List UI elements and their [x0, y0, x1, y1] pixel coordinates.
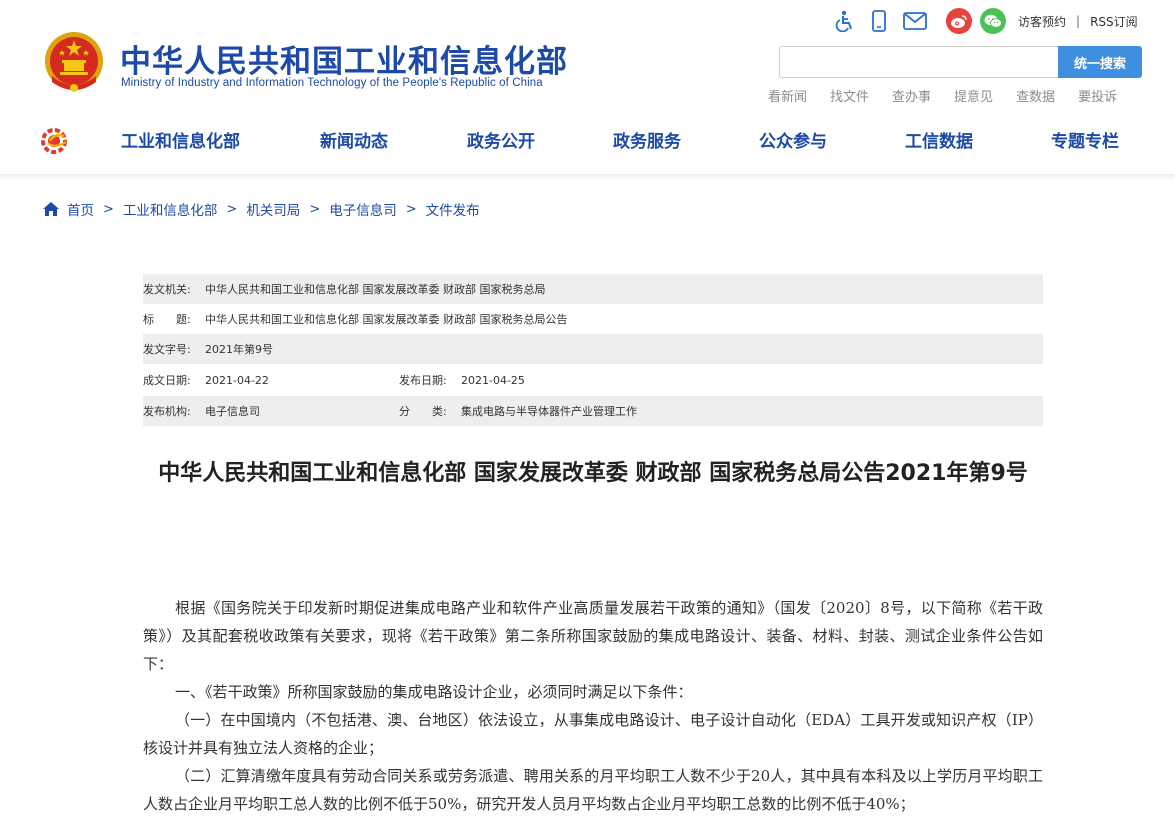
nav-item-topics[interactable]: 专题专栏 — [1051, 124, 1119, 160]
breadcrumb-file-release[interactable]: 文件发布 — [426, 199, 480, 219]
mobile-icon[interactable] — [866, 8, 892, 34]
category-label: 分 类: — [399, 405, 447, 418]
info-row-doc-no: 发文字号: 2021年第9号 — [143, 334, 1043, 364]
info-row-title: 标 题: 中华人民共和国工业和信息化部 国家发展改革委 财政部 国家税务总局公告 — [143, 304, 1043, 334]
quick-link-services[interactable]: 查办事 — [892, 86, 931, 105]
nav-item-participation[interactable]: 公众参与 — [759, 124, 827, 160]
top-separator: | — [1076, 14, 1081, 28]
quick-link-data[interactable]: 查数据 — [1016, 86, 1055, 105]
article-paragraph: （二）汇算清缴年度具有劳动合同关系或劳务派遣、聘用关系的月平均职工人数不少于20… — [143, 767, 1043, 813]
issuer-label: 发文机关: — [143, 283, 191, 296]
quick-links: 看新闻 找文件 查办事 提意见 查数据 要投诉 — [768, 86, 1140, 105]
home-icon[interactable] — [42, 201, 60, 217]
nav-item-miit[interactable]: 工业和信息化部 — [121, 124, 240, 160]
quick-link-news[interactable]: 看新闻 — [768, 86, 807, 105]
info-row-dates: 成文日期: 2021-04-22 发布日期: 2021-04-25 — [143, 364, 1043, 396]
article-paragraph: 根据《国务院关于印发新时期促进集成电路产业和软件产业高质量发展若干政策的通知》（… — [143, 599, 1043, 673]
quick-link-complaint[interactable]: 要投诉 — [1078, 86, 1117, 105]
site-subtitle: Ministry of Industry and Information Tec… — [121, 77, 543, 89]
article-title: 中华人民共和国工业和信息化部 国家发展改革委 财政部 国家税务总局公告2021年… — [158, 461, 1028, 486]
breadcrumb-separator: > — [405, 201, 417, 217]
published-date-label: 发布日期: — [399, 374, 447, 387]
nav-item-gov-affairs[interactable]: 政务公开 — [467, 124, 535, 160]
written-date-value: 2021-04-22 — [205, 373, 269, 387]
rss-link[interactable]: RSS订阅 — [1090, 13, 1138, 30]
article-body: 根据《国务院关于印发新时期促进集成电路产业和软件产业高质量发展若干政策的通知》（… — [143, 594, 1043, 818]
wechat-icon[interactable] — [980, 8, 1006, 34]
search-button[interactable]: 统一搜索 — [1058, 46, 1142, 78]
site-title: 中华人民共和国工业和信息化部 — [120, 44, 568, 80]
org-label: 发布机构: — [143, 405, 191, 418]
main-nav: 工业和信息化部 新闻动态 政务公开 政务服务 公众参与 工信数据 专题专栏 — [0, 124, 1175, 160]
title-value: 中华人民共和国工业和信息化部 国家发展改革委 财政部 国家税务总局公告 — [205, 313, 568, 326]
info-row-issuer: 发文机关: 中华人民共和国工业和信息化部 国家发展改革委 财政部 国家税务总局 — [143, 274, 1043, 304]
document-info-table: 发文机关: 中华人民共和国工业和信息化部 国家发展改革委 财政部 国家税务总局 … — [143, 274, 1043, 426]
issuer-value: 中华人民共和国工业和信息化部 国家发展改革委 财政部 国家税务总局 — [205, 283, 546, 296]
title-label: 标 题: — [143, 313, 191, 326]
nav-item-data[interactable]: 工信数据 — [905, 124, 973, 160]
site-header: 中华人民共和国工业和信息化部 Ministry of Industry and … — [0, 0, 1175, 175]
accessibility-icon[interactable] — [832, 8, 858, 34]
org-value: 电子信息司 — [205, 405, 260, 418]
breadcrumb-separator: > — [226, 201, 238, 217]
national-emblem-icon — [45, 32, 103, 92]
quick-link-feedback[interactable]: 提意见 — [954, 86, 993, 105]
breadcrumb-departments[interactable]: 机关司局 — [246, 199, 300, 219]
quick-link-files[interactable]: 找文件 — [830, 86, 869, 105]
breadcrumb-separator: > — [309, 201, 321, 217]
article-paragraph: 一、《若干政策》所称国家鼓励的集成电路设计企业，必须同时满足以下条件： — [175, 683, 693, 701]
breadcrumb-electronics-dept[interactable]: 电子信息司 — [329, 199, 397, 219]
breadcrumb-miit[interactable]: 工业和信息化部 — [123, 199, 218, 219]
breadcrumb-separator: > — [103, 201, 114, 217]
written-date-label: 成文日期: — [143, 374, 191, 387]
visitor-appointment-link[interactable]: 访客预约 — [1018, 13, 1066, 30]
doc-no-label: 发文字号: — [143, 343, 191, 356]
nav-divider — [0, 174, 1175, 180]
nav-item-gov-services[interactable]: 政务服务 — [613, 124, 681, 160]
category-value: 集成电路与半导体器件产业管理工作 — [461, 405, 637, 418]
info-row-org: 发布机构: 电子信息司 分 类: 集成电路与半导体器件产业管理工作 — [143, 396, 1043, 426]
breadcrumb: 首页 > 工业和信息化部 > 机关司局 > 电子信息司 > 文件发布 — [42, 199, 480, 219]
nav-item-news[interactable]: 新闻动态 — [320, 124, 388, 160]
published-date-value: 2021-04-25 — [461, 373, 525, 387]
search-input[interactable] — [779, 46, 1059, 78]
breadcrumb-home[interactable]: 首页 — [67, 199, 94, 219]
doc-no-value: 2021年第9号 — [205, 343, 273, 356]
mail-icon[interactable] — [900, 8, 930, 34]
article-paragraph: （一）在中国境内（不包括港、澳、台地区）依法设立，从事集成电路设计、电子设计自动… — [143, 711, 1043, 757]
top-utility-bar: 访客预约 | RSS订阅 — [832, 8, 1138, 34]
weibo-icon[interactable] — [946, 8, 972, 34]
